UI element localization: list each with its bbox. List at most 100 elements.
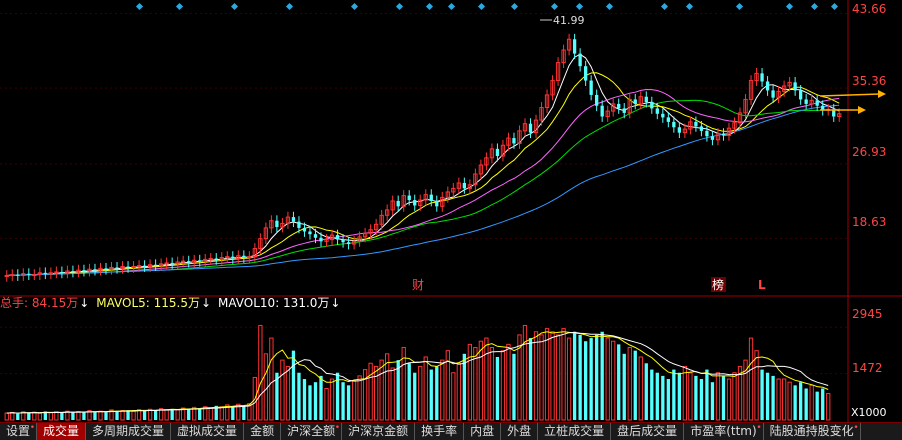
- tab-label: 外盘: [507, 424, 532, 438]
- volume-bar-down: [71, 412, 75, 420]
- volume-bar-down: [242, 405, 246, 420]
- volume-bar-up: [539, 334, 544, 421]
- volume-bar-up: [351, 380, 357, 421]
- price-axis-label: 43.66: [852, 2, 886, 16]
- volume-bar-down: [583, 341, 588, 420]
- price-axis-label: 35.36: [852, 74, 886, 88]
- candle-body-down: [27, 273, 31, 275]
- volume-bar-up: [754, 350, 759, 421]
- candle-body-down: [93, 269, 97, 271]
- tab-13[interactable]: 陆股通持股变化 •: [764, 423, 861, 440]
- diamond-marker: [735, 2, 744, 11]
- candle-body-down: [622, 108, 626, 113]
- candle-body-down: [71, 271, 75, 273]
- volume-bar-up: [506, 343, 511, 421]
- volume-bar-down: [512, 353, 516, 420]
- moving-average-lines: [6, 53, 840, 276]
- candle-body-down: [661, 113, 665, 118]
- candle-body-up: [164, 262, 169, 265]
- tab-0[interactable]: 设置 •: [0, 423, 38, 440]
- candle-body-down: [793, 82, 797, 91]
- candle-body-down: [231, 256, 235, 259]
- volume-bar-up: [440, 359, 445, 421]
- volume-bar-down: [435, 366, 439, 420]
- tab-10[interactable]: 立桩成交量: [538, 423, 612, 440]
- tab-label: 沪深京金额: [348, 424, 409, 438]
- candle-body-down: [760, 73, 764, 82]
- tab-3[interactable]: 虚拟成交量: [171, 423, 245, 440]
- volume-bar-down: [771, 375, 775, 420]
- volume-bar-up: [627, 347, 632, 421]
- tab-2[interactable]: 多周期成交量: [86, 423, 172, 440]
- volume-bar-up: [4, 412, 9, 421]
- volume-bar-down: [429, 369, 433, 420]
- candle-body-up: [247, 256, 252, 259]
- volume-bar-up: [324, 387, 329, 421]
- candle-body-down: [43, 272, 48, 274]
- volume-bar-down: [187, 408, 191, 420]
- candle-body-down: [142, 265, 147, 267]
- tab-label: 多周期成交量: [92, 424, 165, 438]
- candle-body-down: [699, 126, 704, 131]
- tab-1[interactable]: 成交量: [37, 423, 87, 440]
- diamond-marker: [830, 2, 839, 11]
- volume-bar-up: [423, 356, 428, 421]
- tab-5[interactable]: 沪深全额 •: [281, 423, 343, 440]
- volume-bar-down: [672, 369, 676, 420]
- diamond-marker: [685, 2, 694, 11]
- diamond-marker: [425, 2, 434, 11]
- diamond-marker: [230, 2, 239, 11]
- volume-bar-down: [407, 363, 411, 420]
- tab-12[interactable]: 市盈率(ttm) •: [684, 423, 764, 440]
- volume-unit-label: X1000: [851, 406, 887, 419]
- candle-body-down: [462, 182, 467, 189]
- indicator-tab-bar: 设置 • 成交量 多周期成交量 虚拟成交量 金额 沪深全额 • 沪深京金额 换手率 内盘 外盘 立桩成交…: [0, 422, 902, 440]
- peak-value-label: 41.99: [553, 14, 585, 27]
- candle-body-down: [275, 220, 279, 227]
- event-marker-l: L: [758, 278, 766, 292]
- candle-body-down: [672, 121, 676, 128]
- diamond-marker: [660, 2, 669, 11]
- volume-bar-up: [500, 350, 506, 421]
- volume-bar-up: [715, 372, 721, 421]
- volume-bar-up: [748, 337, 754, 421]
- volume-legend-item: MAVOL10: 131.0万: [218, 296, 329, 310]
- volume-bar-down: [126, 410, 130, 420]
- volume-bar-down: [721, 375, 726, 420]
- candle-body-down: [710, 136, 715, 140]
- volume-bar-down: [319, 375, 323, 420]
- diamond-marker: [575, 2, 584, 11]
- volume-legend: 总手: 84.15万 ↓ MAVOL5: 115.5万 ↓ MAVOL10: 131.0…: [0, 296, 340, 310]
- projection-arrowhead-lower: [858, 106, 866, 114]
- candle-body-down: [335, 235, 340, 240]
- volume-bar-down: [622, 353, 626, 420]
- tab-7[interactable]: 换手率: [415, 423, 465, 440]
- top-diamond-markers: [135, 2, 839, 11]
- volume-bar-down: [297, 372, 301, 420]
- ma5-line: [6, 53, 840, 276]
- volume-bar-down: [198, 408, 202, 420]
- candle-body-down: [705, 130, 709, 137]
- tab-9[interactable]: 外盘: [501, 423, 539, 440]
- volume-bar-down: [804, 388, 808, 420]
- volume-bar-up: [561, 328, 566, 421]
- candle-body-down: [346, 242, 351, 245]
- volume-bar-down: [302, 379, 307, 420]
- volume-bar-up: [550, 331, 555, 421]
- volume-bar-up: [379, 359, 384, 421]
- volume-legend-item: MAVOL5: 115.5万: [96, 296, 200, 310]
- candle-body-down: [187, 261, 191, 263]
- candlesticks: [4, 33, 842, 282]
- tab-label: 金额: [250, 424, 275, 438]
- volume-bar-up: [611, 340, 616, 421]
- tab-8[interactable]: 内盘: [464, 423, 502, 440]
- tab-6[interactable]: 沪深京金额: [342, 423, 416, 440]
- candle-body-down: [341, 239, 345, 243]
- volume-bar-up: [544, 328, 550, 421]
- candle-body-down: [644, 96, 648, 103]
- diamond-marker: [810, 2, 819, 11]
- tab-4[interactable]: 金额: [244, 423, 282, 440]
- volume-bar-down: [153, 410, 158, 420]
- volume-bar-up: [418, 365, 423, 421]
- tab-11[interactable]: 盘后成交量: [611, 423, 685, 440]
